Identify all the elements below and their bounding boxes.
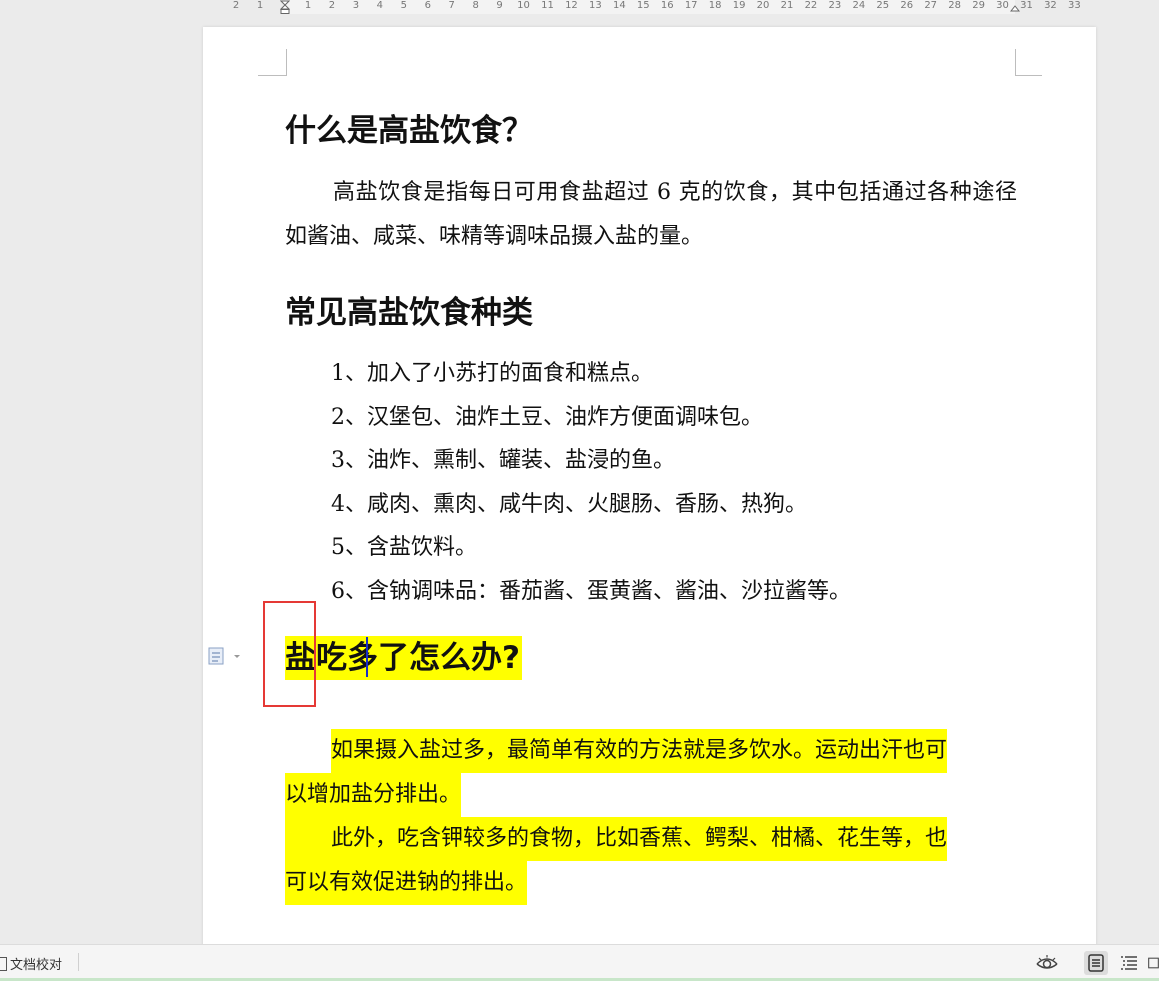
status-divider xyxy=(78,953,79,971)
highlighted-text[interactable]: 可以有效促进钠的排出。 xyxy=(285,861,528,905)
ruler-number: 25 xyxy=(876,0,890,11)
heading-too-much-salt[interactable]: 盐吃多了怎么办? xyxy=(285,636,522,680)
ruler-number: 14 xyxy=(612,0,626,11)
proofread-button[interactable]: 文档校对 xyxy=(0,954,62,973)
status-bar: 文档校对 xyxy=(0,944,1159,981)
ruler-number: 31 xyxy=(1020,0,1033,11)
ruler-number: 2 xyxy=(232,0,240,11)
ruler-number: 21 xyxy=(780,0,794,11)
heading-what-is-high-salt[interactable]: 什么是高盐饮食？ xyxy=(285,105,533,150)
ruler-number: 23 xyxy=(828,0,842,11)
ruler-number: 2 xyxy=(328,0,336,11)
ruler-number: 9 xyxy=(496,0,503,11)
ruler-number: 8 xyxy=(472,0,479,11)
highlighted-text[interactable]: 以增加盐分排出。 xyxy=(285,773,462,817)
text-cursor xyxy=(366,637,368,677)
eye-icon[interactable] xyxy=(1035,951,1059,975)
ruler-number: 3 xyxy=(352,0,360,11)
ruler-number: 17 xyxy=(684,0,698,11)
ruler-number: 4 xyxy=(376,0,384,11)
list-item[interactable]: 1、加入了小苏打的面食和糕点。 xyxy=(331,352,851,396)
proofread-icon xyxy=(0,956,7,971)
ruler-number: 13 xyxy=(589,0,602,11)
ruler-number: 29 xyxy=(972,0,985,11)
food-list[interactable]: 1、加入了小苏打的面食和糕点。 2、汉堡包、油炸土豆、油炸方便面调味包。 3、油… xyxy=(331,352,851,614)
paragraph-potassium-foods[interactable]: 此外，吃含钾较多的食物，比如香蕉、鳄梨、柑橘、花生等，也 可以有效促进钠的排出。 xyxy=(285,817,1017,905)
highlight-annotation-box xyxy=(263,601,316,707)
ruler-number: 12 xyxy=(565,0,578,11)
highlighted-text[interactable]: 此外，吃含钾较多的食物，比如香蕉、鳄梨、柑橘、花生等，也 xyxy=(285,817,948,861)
ruler-number: 7 xyxy=(448,0,455,11)
page-view-icon[interactable] xyxy=(1084,951,1108,975)
heading-common-foods[interactable]: 常见高盐饮食种类 xyxy=(285,287,533,332)
proofread-label: 文档校对 xyxy=(10,958,63,973)
paragraph-definition[interactable]: 高盐饮食是指每日可用食盐超过 6 克的饮食，其中包括通过各种途径如酱油、咸菜、味… xyxy=(285,171,1017,259)
ruler-number: 26 xyxy=(900,0,914,11)
ruler-number: 33 xyxy=(1068,0,1081,11)
ruler-number: 10 xyxy=(517,0,530,11)
paragraph-layout-icon[interactable] xyxy=(207,646,241,666)
ruler-number: 1 xyxy=(256,0,264,11)
list-item[interactable]: 6、含钠调味品：番茄酱、蛋黄酱、酱油、沙拉酱等。 xyxy=(331,570,851,614)
crop-mark-top-left xyxy=(258,49,287,76)
highlighted-text[interactable]: 如果摄入盐过多，最简单有效的方法就是多饮水。运动出汗也可 xyxy=(331,729,948,773)
right-indent-marker-icon[interactable] xyxy=(1010,0,1020,14)
ruler-number: 22 xyxy=(804,0,818,11)
left-indent-marker-icon[interactable] xyxy=(280,0,290,14)
ruler-number: 27 xyxy=(924,0,938,11)
ruler-number: 30 xyxy=(996,0,1009,11)
ruler-number: 11 xyxy=(541,0,554,11)
ruler-number: 20 xyxy=(756,0,770,11)
ruler-number: 1 xyxy=(304,0,312,11)
web-view-icon[interactable] xyxy=(1148,951,1159,975)
outline-view-icon[interactable] xyxy=(1117,951,1141,975)
list-item[interactable]: 4、咸肉、熏肉、咸牛肉、火腿肠、香肠、热狗。 xyxy=(331,483,851,527)
list-item[interactable]: 5、含盐饮料。 xyxy=(331,526,851,570)
ruler-number: 6 xyxy=(424,0,431,11)
ruler-number: 24 xyxy=(852,0,866,11)
ruler-number: 5 xyxy=(400,0,407,11)
ruler-numbers: 2 1 1 2 3 4 5 6 7 8 9 10 11 12 13 14 15 16 17 18 19 20 21 22 23 2… xyxy=(0,0,1159,14)
horizontal-ruler[interactable]: 2 1 1 2 3 4 5 6 7 8 9 10 11 12 13 14 15 16 17 18 19 20 21 22 23 2… xyxy=(0,0,1159,14)
ruler-number: 32 xyxy=(1044,0,1057,11)
ruler-number: 18 xyxy=(708,0,722,11)
ruler-number: 28 xyxy=(948,0,962,11)
list-item[interactable]: 2、汉堡包、油炸土豆、油炸方便面调味包。 xyxy=(331,396,851,440)
ruler-number: 15 xyxy=(636,0,650,11)
ruler-number: 16 xyxy=(660,0,674,11)
crop-mark-top-right xyxy=(1015,49,1042,76)
paragraph-drink-water[interactable]: 如果摄入盐过多，最简单有效的方法就是多饮水。运动出汗也可 以增加盐分排出。 xyxy=(285,729,1017,817)
ruler-number: 19 xyxy=(732,0,746,11)
document-page[interactable]: 什么是高盐饮食？ 高盐饮食是指每日可用食盐超过 6 克的饮食，其中包括通过各种途… xyxy=(203,27,1096,947)
list-item[interactable]: 3、油炸、熏制、罐装、盐浸的鱼。 xyxy=(331,439,851,483)
